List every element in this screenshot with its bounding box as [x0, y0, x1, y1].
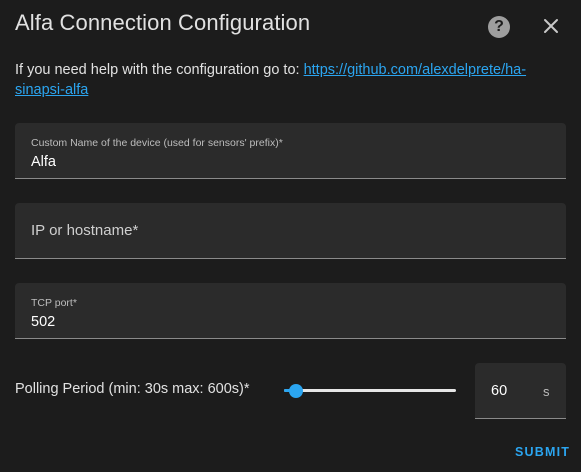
polling-number-field[interactable]: 60 s [475, 363, 566, 419]
dialog-title: Alfa Connection Configuration [15, 10, 311, 35]
host-placeholder: IP or hostname* [31, 222, 139, 239]
tcp-port-field[interactable]: TCP port* 502 [15, 283, 566, 339]
help-text-prefix: If you need help with the configuration … [15, 62, 304, 78]
polling-slider-track[interactable] [284, 389, 456, 392]
tcp-port-value[interactable]: 502 [31, 314, 55, 330]
polling-value[interactable]: 60 [491, 383, 507, 399]
help-icon[interactable]: ? [488, 16, 510, 38]
help-text: If you need help with the configuration … [15, 60, 565, 100]
host-field[interactable]: IP or hostname* [15, 203, 566, 259]
polling-unit: s [543, 384, 550, 399]
config-dialog: Alfa Connection Configuration ? If you n… [0, 0, 581, 472]
device-name-value[interactable]: Alfa [31, 154, 56, 170]
polling-slider-thumb[interactable] [289, 384, 304, 398]
close-icon[interactable] [539, 14, 563, 38]
device-name-label: Custom Name of the device (used for sens… [31, 137, 283, 149]
submit-button[interactable]: SUBMIT [515, 445, 570, 459]
polling-label: Polling Period (min: 30s max: 600s)* [15, 381, 250, 397]
device-name-field[interactable]: Custom Name of the device (used for sens… [15, 123, 566, 179]
tcp-port-label: TCP port* [31, 297, 77, 309]
